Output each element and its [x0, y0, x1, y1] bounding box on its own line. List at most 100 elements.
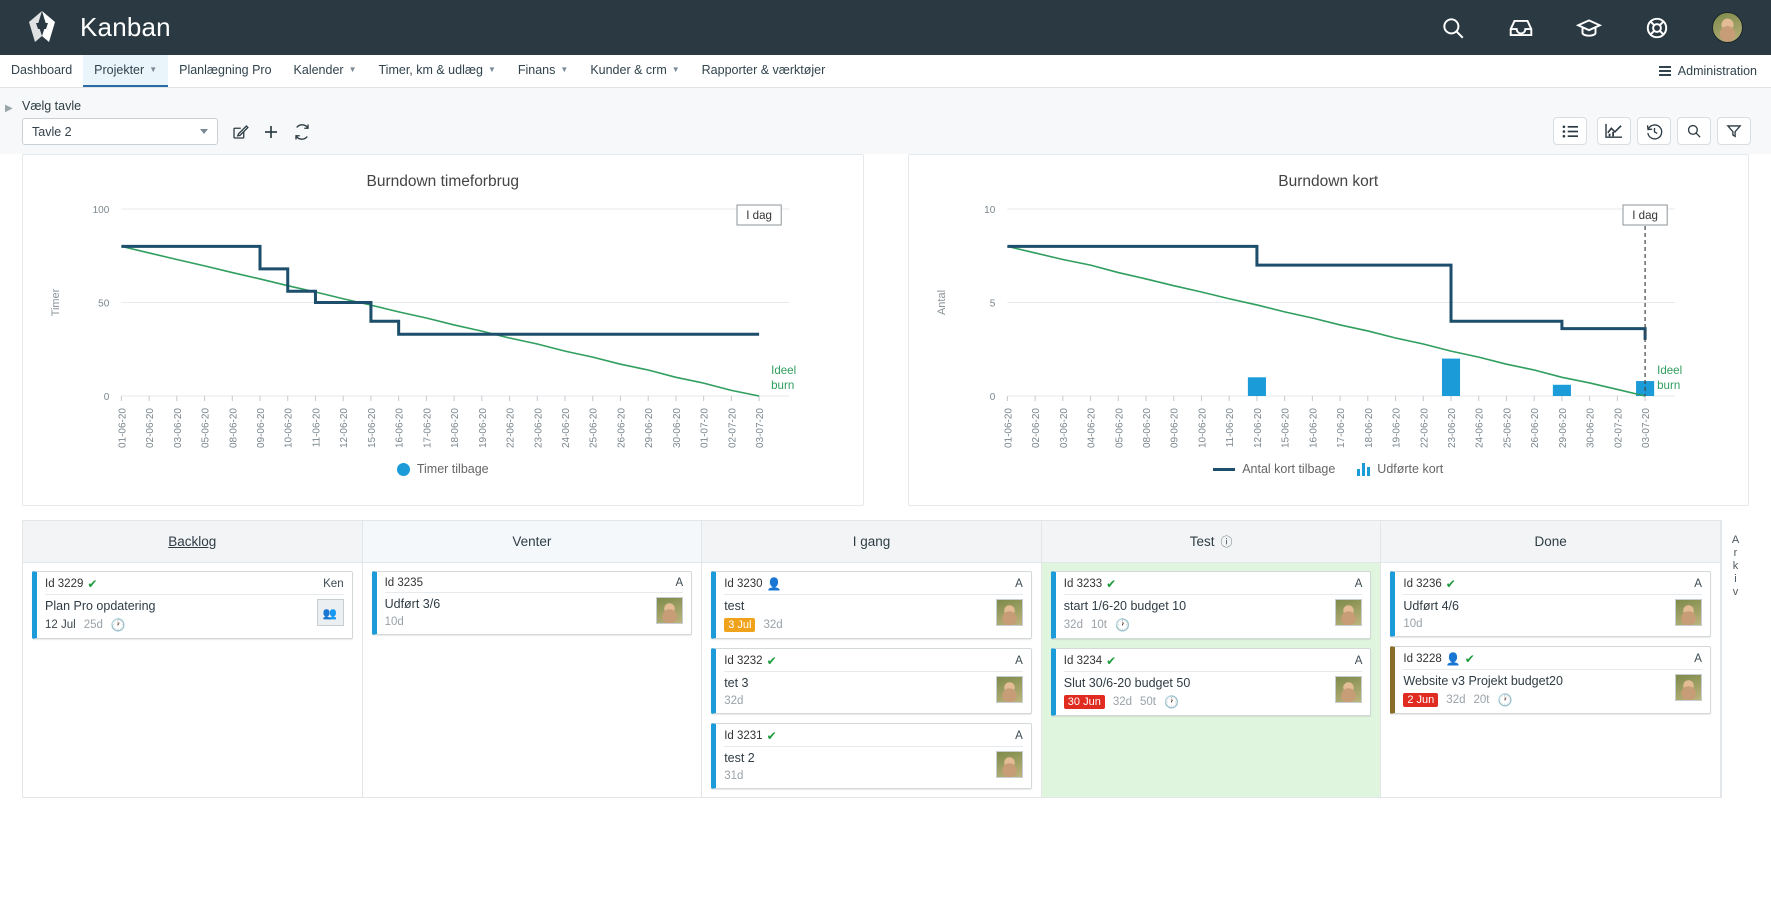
- chart-view-icon[interactable]: [1597, 117, 1631, 145]
- column-header[interactable]: Venter: [362, 521, 702, 563]
- card-text-group: Slut 30/6-20 budget 50 30 Jun 32d 50t 🕐: [1063, 676, 1336, 709]
- board-select[interactable]: Tavle 2: [22, 118, 218, 145]
- kanban-logo-icon[interactable]: [22, 8, 62, 48]
- inbox-icon[interactable]: [1508, 15, 1534, 41]
- history-icon[interactable]: [1637, 117, 1671, 145]
- kanban-card[interactable]: Id 3229 ✔ Ken Plan Pro opdatering 12 Jul 25d 🕐…: [32, 571, 353, 639]
- add-board-icon[interactable]: [262, 123, 280, 141]
- edit-board-icon[interactable]: [231, 123, 249, 141]
- card-avatar[interactable]: [1674, 599, 1702, 626]
- column-header[interactable]: Backlog: [23, 521, 362, 563]
- svg-text:29-06-20: 29-06-20: [644, 408, 655, 448]
- card-id-group: Id 3230 👤: [724, 577, 781, 591]
- card-days: 32d: [763, 619, 783, 631]
- svg-text:22-06-20: 22-06-20: [506, 408, 517, 448]
- date-badge: 30 Jun: [1063, 695, 1105, 709]
- card-title: Udført 3/6: [384, 597, 441, 611]
- card-owner: A: [1015, 730, 1023, 742]
- column-title: I gang: [852, 534, 891, 549]
- card-title: tet 3: [724, 676, 749, 690]
- administration-label: Administration: [1677, 64, 1757, 78]
- nav-item-dashboard[interactable]: Dashboard: [0, 55, 83, 87]
- column-header[interactable]: Test ⓘ: [1041, 521, 1381, 563]
- nav-item-planlaegning-pro[interactable]: Planlægning Pro: [168, 55, 282, 87]
- svg-text:11-06-20: 11-06-20: [1225, 408, 1236, 448]
- card-avatar[interactable]: [656, 597, 684, 624]
- list-view-icon[interactable]: [1553, 117, 1587, 145]
- card-meta: 10d: [385, 616, 657, 628]
- kanban-card[interactable]: Id 3228 👤 ✔ A Website v3 Projekt budget20 2 J…: [1390, 646, 1711, 714]
- card-hours: 10t: [1090, 619, 1107, 631]
- column-header[interactable]: Done: [1381, 521, 1720, 563]
- card-body: test 3 Jul 32d: [724, 599, 1023, 632]
- svg-text:23-06-20: 23-06-20: [1447, 408, 1458, 448]
- card-header: Id 3230 👤 A: [724, 577, 1023, 595]
- kanban-card[interactable]: Id 3230 👤 Atest 3 Jul 32d: [711, 571, 1032, 639]
- card-days: 32d: [1112, 696, 1132, 708]
- card-id-group: Id 3232 ✔: [724, 654, 776, 668]
- svg-text:I dag: I dag: [746, 210, 772, 222]
- kanban-column-venter: Venter Id 3235 A Udført 3/6 10d: [362, 521, 703, 797]
- life-ring-icon[interactable]: [1644, 15, 1670, 41]
- card-avatar[interactable]: 👥: [316, 599, 344, 626]
- nav-item-projekter[interactable]: Projekter ▼: [83, 55, 169, 87]
- svg-text:09-06-20: 09-06-20: [1169, 408, 1180, 448]
- card-avatar[interactable]: [1674, 674, 1702, 701]
- date-badge: 3 Jul: [724, 618, 756, 632]
- chart-title: Burndown timeforbrug: [366, 173, 520, 190]
- card-title: Website v3 Projekt budget20: [1403, 674, 1563, 688]
- collapse-sidebar-icon[interactable]: ▶: [5, 103, 13, 114]
- card-header: Id 3228 👤 ✔ A: [1403, 652, 1702, 670]
- nav-item-kalender[interactable]: Kalender ▼: [283, 55, 368, 87]
- administration-button[interactable]: Administration: [1658, 55, 1771, 87]
- card-title: Slut 30/6-20 budget 50: [1063, 676, 1191, 690]
- card-text-group: test 3 Jul 32d: [724, 599, 996, 632]
- archive-strip[interactable]: Arkiv: [1721, 520, 1749, 798]
- nav-item-kunder-crm[interactable]: Kunder & crm ▼: [579, 55, 690, 87]
- card-owner: A: [1694, 578, 1702, 590]
- refresh-board-icon[interactable]: [293, 123, 311, 141]
- card-avatar[interactable]: [995, 751, 1023, 778]
- svg-text:Antal: Antal: [936, 290, 948, 315]
- svg-text:burn: burn: [771, 380, 794, 392]
- card-owner: A: [675, 577, 684, 589]
- chevron-down-icon: ▼: [560, 65, 569, 74]
- card-meta: 2 Jun 32d 20t 🕐: [1403, 693, 1675, 707]
- svg-text:19-06-20: 19-06-20: [1391, 408, 1402, 448]
- svg-text:Timer: Timer: [50, 288, 62, 316]
- kanban-card[interactable]: Id 3235 A Udført 3/6 10d: [371, 571, 693, 635]
- card-avatar[interactable]: [1335, 599, 1363, 626]
- card-meta: 31d: [724, 770, 996, 782]
- kanban-card[interactable]: Id 3234 ✔ A Slut 30/6-20 budget 50 30 Jun 32d…: [1050, 648, 1372, 716]
- svg-text:23-06-20: 23-06-20: [533, 408, 544, 448]
- card-owner: A: [1015, 655, 1023, 667]
- nav-item-finans[interactable]: Finans ▼: [507, 55, 579, 87]
- kanban-card[interactable]: Id 3232 ✔ Atet 3 32d: [711, 648, 1032, 714]
- card-owner: A: [1694, 653, 1702, 665]
- info-icon[interactable]: ⓘ: [1220, 533, 1232, 550]
- board-select-label: Vælg tavle: [22, 99, 82, 113]
- kanban-card[interactable]: Id 3231 ✔ Atest 2 31d: [711, 723, 1032, 789]
- kanban-card[interactable]: Id 3233 ✔ Astart 1/6-20 budget 10 32d 10t 🕐: [1050, 571, 1372, 639]
- chart-burndown-kort: Burndown kort 0 5 10 Antal 01-06-20 02-06-20 0…: [907, 154, 1749, 506]
- search-icon[interactable]: [1677, 117, 1711, 145]
- card-days: 25d: [83, 619, 103, 631]
- kanban-card[interactable]: Id 3236 ✔ A Udført 4/6 10d: [1390, 571, 1711, 637]
- card-days: 10d: [1403, 618, 1423, 630]
- user-avatar[interactable]: [1712, 12, 1743, 43]
- card-meta: 10d: [1403, 618, 1675, 630]
- graduation-cap-icon[interactable]: [1576, 15, 1602, 41]
- column-header[interactable]: I gang: [702, 521, 1041, 563]
- search-icon[interactable]: [1440, 15, 1466, 41]
- card-avatar[interactable]: [1335, 676, 1363, 703]
- nav-item-rapporter-vaerktojer[interactable]: Rapporter & værktøjer: [691, 55, 837, 87]
- card-avatar[interactable]: [995, 676, 1023, 703]
- nav-item-timer-km-udlaeg[interactable]: Timer, km & udlæg ▼: [368, 55, 507, 87]
- svg-text:02-07-20: 02-07-20: [1613, 408, 1624, 448]
- nav-label: Dashboard: [11, 63, 73, 77]
- filter-icon[interactable]: [1717, 117, 1751, 145]
- card-avatar[interactable]: [995, 599, 1023, 626]
- svg-text:15-06-20: 15-06-20: [367, 408, 378, 448]
- chart-burndown-timeforbrug: Burndown timeforbrug 0 50 100 Timer 01-06-20…: [22, 154, 864, 506]
- card-hours: 50t: [1140, 696, 1156, 708]
